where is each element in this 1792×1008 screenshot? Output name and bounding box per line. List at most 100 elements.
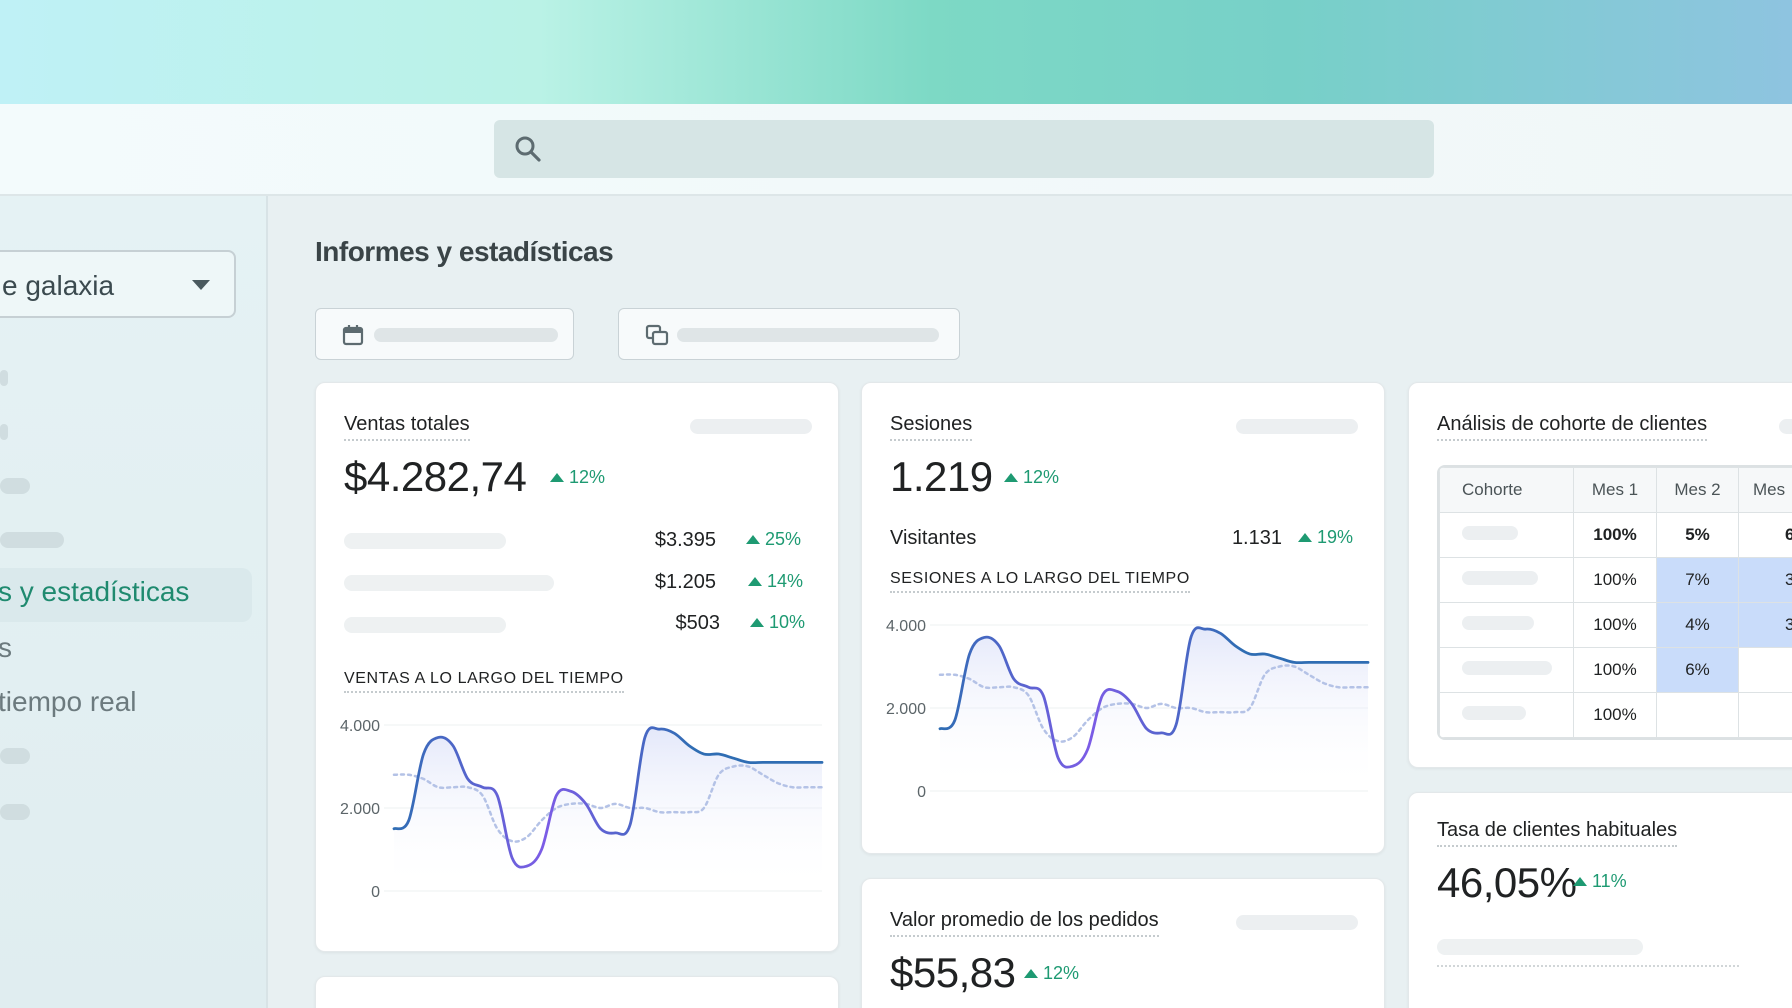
caret-down-icon xyxy=(192,280,210,290)
delta-badge: 11% xyxy=(1573,871,1627,892)
table-cell: 3 xyxy=(1738,557,1792,603)
card-partial xyxy=(315,976,839,1008)
card-title: Tasa de clientes habituales xyxy=(1437,819,1678,847)
up-arrow-icon xyxy=(748,577,762,586)
table-cell xyxy=(1656,692,1739,738)
y-tick-label: 2.000 xyxy=(340,801,380,818)
column-header: Cohorte xyxy=(1439,467,1574,513)
card-placeholder xyxy=(1236,419,1358,434)
table-cell: 6 xyxy=(1738,512,1792,558)
table-cell: 100% xyxy=(1573,512,1657,558)
y-tick-label: 4.000 xyxy=(340,718,380,735)
y-tick-label: 4.000 xyxy=(886,618,926,635)
delta-value: 11% xyxy=(1592,871,1627,891)
search-icon xyxy=(515,136,541,162)
top-bar xyxy=(0,104,1792,196)
divider xyxy=(1437,965,1739,967)
up-arrow-icon xyxy=(750,618,764,627)
sidebar: e galaxia s y estadísticas s tiempo real xyxy=(0,196,268,1008)
cohort-placeholder xyxy=(1462,706,1526,720)
nav-placeholder xyxy=(0,748,30,764)
nav-placeholder xyxy=(0,370,8,386)
delta-badge: 12% xyxy=(1024,963,1079,984)
table-cell: 4% xyxy=(1656,602,1739,648)
calendar-compare-icon xyxy=(645,324,669,346)
sidebar-item[interactable]: s xyxy=(0,632,12,664)
calendar-icon xyxy=(342,325,364,346)
sessions-value: 1.219 xyxy=(890,453,993,500)
total-sales-value: $4.282,74 xyxy=(344,453,527,500)
column-header: Mes 1 xyxy=(1573,467,1657,513)
table-cell: 6% xyxy=(1656,647,1739,693)
search-input[interactable] xyxy=(494,120,1434,178)
table-row: 100% 7% 3 xyxy=(1439,557,1792,603)
customer-cohort-card[interactable]: Análisis de cohorte de clientes Cohorte … xyxy=(1408,382,1792,768)
row-delta: 10% xyxy=(750,612,805,633)
returning-customer-rate-card[interactable]: Tasa de clientes habituales 46,05% 11% xyxy=(1408,792,1792,1008)
row-delta: 14% xyxy=(748,571,803,592)
card-placeholder xyxy=(1236,915,1358,930)
nav-placeholder xyxy=(0,532,64,548)
column-header: Mes 2 xyxy=(1656,467,1739,513)
sidebar-item-realtime[interactable]: tiempo real xyxy=(0,686,137,718)
table-cell: 5% xyxy=(1656,512,1739,558)
delta-value: 12% xyxy=(1023,467,1060,487)
table-row: 100% 6% xyxy=(1439,647,1792,693)
up-arrow-icon xyxy=(1573,877,1587,886)
table-cell: 100% xyxy=(1573,647,1657,693)
y-tick-label: 2.000 xyxy=(886,701,926,718)
delta-value: 14% xyxy=(767,571,804,591)
visitors-value: 1.131 xyxy=(1231,527,1282,549)
row-value: $503 xyxy=(675,612,721,634)
column-header: Mes xyxy=(1738,467,1792,513)
delta-value: 12% xyxy=(1043,963,1080,983)
aov-value: $55,83 xyxy=(890,949,1016,996)
sidebar-item-reports[interactable]: s y estadísticas xyxy=(0,576,189,608)
y-tick-label: 0 xyxy=(371,884,380,901)
delta-value: 25% xyxy=(765,529,802,549)
table-cell xyxy=(1738,647,1792,693)
cohort-placeholder xyxy=(1462,661,1552,675)
row-placeholder xyxy=(344,617,506,633)
top-banner xyxy=(0,0,1792,104)
delta-badge: 12% xyxy=(550,467,605,488)
page-title: Informes y estadísticas xyxy=(315,236,614,267)
card-title: Ventas totales xyxy=(344,413,470,441)
delta-value: 10% xyxy=(769,612,806,632)
nav-placeholder xyxy=(0,424,8,440)
sessions-chart: 4.000 2.000 0 xyxy=(886,618,1370,801)
chart-title: VENTAS A LO LARGO DEL TIEMPO xyxy=(344,670,624,693)
table-cell: 100% xyxy=(1573,692,1657,738)
sessions-card[interactable]: Sesiones 1.219 12% Visitantes 1.131 19% … xyxy=(861,382,1385,854)
series-area xyxy=(940,627,1368,791)
returning-rate-value: 46,05% xyxy=(1437,859,1577,906)
table-row: 100% xyxy=(1439,692,1792,738)
cohort-placeholder xyxy=(1462,616,1534,630)
compare-filter[interactable] xyxy=(618,308,960,360)
filter-placeholder xyxy=(374,328,558,342)
table-row: 100% 4% 3 xyxy=(1439,602,1792,648)
up-arrow-icon xyxy=(550,473,564,482)
table-cell: 7% xyxy=(1656,557,1739,603)
table-cell: 100% xyxy=(1573,557,1657,603)
series-area xyxy=(394,727,822,891)
store-selector[interactable]: e galaxia xyxy=(0,250,236,318)
card-placeholder xyxy=(1779,419,1792,434)
date-range-filter[interactable] xyxy=(315,308,574,360)
cohort-placeholder xyxy=(1462,526,1518,540)
cohort-table: Cohorte Mes 1 Mes 2 Mes 100% 5% 6 100% 7… xyxy=(1437,465,1792,740)
table-row: 100% 5% 6 xyxy=(1439,512,1792,558)
table-cell: 3 xyxy=(1738,602,1792,648)
total-sales-card[interactable]: Ventas totales $4.282,74 12% $3.395 25% … xyxy=(315,382,839,952)
main-content: Informes y estadísticas Ventas totales $… xyxy=(268,196,1792,1008)
visitors-label: Visitantes xyxy=(890,527,977,549)
card-title: Valor promedio de los pedidos xyxy=(890,909,1159,937)
card-title: Sesiones xyxy=(890,413,973,441)
average-order-value-card[interactable]: Valor promedio de los pedidos $55,83 12% xyxy=(861,878,1385,1008)
up-arrow-icon xyxy=(1024,969,1038,978)
chart-title: SESIONES A LO LARGO DEL TIEMPO xyxy=(890,570,1190,593)
filter-placeholder xyxy=(677,328,939,342)
table-cell: 100% xyxy=(1573,602,1657,648)
row-placeholder xyxy=(344,575,554,591)
up-arrow-icon xyxy=(746,535,760,544)
